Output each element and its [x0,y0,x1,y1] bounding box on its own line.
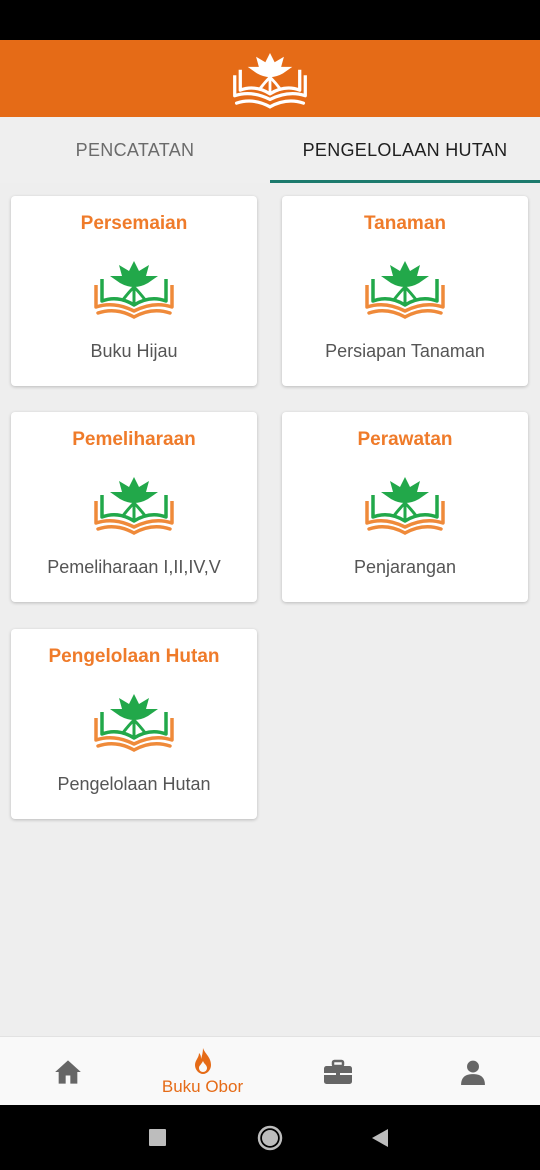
back-triangle-icon [372,1128,388,1147]
book-lotus-logo-icon [233,52,307,109]
book-lotus-icon [94,475,174,535]
nav-briefcase[interactable] [270,1037,405,1106]
briefcase-icon [323,1059,352,1084]
nav-label: Buku Obor [161,1076,244,1096]
person-icon [460,1060,485,1085]
tab-pencatatan[interactable]: PENCATATAN [0,117,270,183]
card-subtitle: Persiapan Tanaman [325,341,485,361]
card-persemaian[interactable]: Persemaian Buku Hijau [11,196,257,386]
book-lotus-icon [94,692,174,752]
card-title: Perawatan [357,429,453,450]
card-tanaman[interactable]: Tanaman Persiapan Tanaman [282,196,528,386]
card-subtitle: Pemeliharaan I,II,IV,V [47,557,221,577]
bottom-navigation: Buku Obor [0,1036,540,1106]
recents-button[interactable] [127,1105,187,1170]
circle-icon [257,1125,283,1150]
card-pemeliharaan[interactable]: Pemeliharaan Pemeliharaan I,II,IV,V [11,412,257,602]
flame-icon [194,1047,211,1074]
square-icon [148,1129,166,1146]
system-navigation-bar [0,1105,540,1170]
nav-buku-obor[interactable]: Buku Obor [135,1037,270,1106]
card-pengelolaan-hutan[interactable]: Pengelolaan Hutan Pengelolaan Hutan [11,629,257,819]
tab-bar: PENCATATAN PENGELOLAAN HUTAN [0,117,540,183]
card-perawatan[interactable]: Perawatan Penjarangan [282,412,528,602]
tab-pengelolaan-hutan[interactable]: PENGELOLAAN HUTAN [270,117,540,183]
card-title: Pemeliharaan [72,429,196,450]
status-bar [0,0,540,40]
nav-profile[interactable] [405,1037,540,1106]
book-lotus-icon [365,259,445,319]
card-subtitle: Buku Hijau [90,341,178,361]
app-header [0,40,540,117]
card-subtitle: Pengelolaan Hutan [57,774,211,794]
book-lotus-icon [94,259,174,319]
card-title: Persemaian [80,213,188,234]
card-title: Pengelolaan Hutan [48,646,220,667]
nav-home[interactable] [0,1037,135,1106]
home-icon [54,1059,81,1084]
home-button[interactable] [240,1105,300,1170]
back-button[interactable] [350,1105,410,1170]
card-subtitle: Penjarangan [353,557,457,577]
book-lotus-icon [365,475,445,535]
card-title: Tanaman [363,213,446,234]
